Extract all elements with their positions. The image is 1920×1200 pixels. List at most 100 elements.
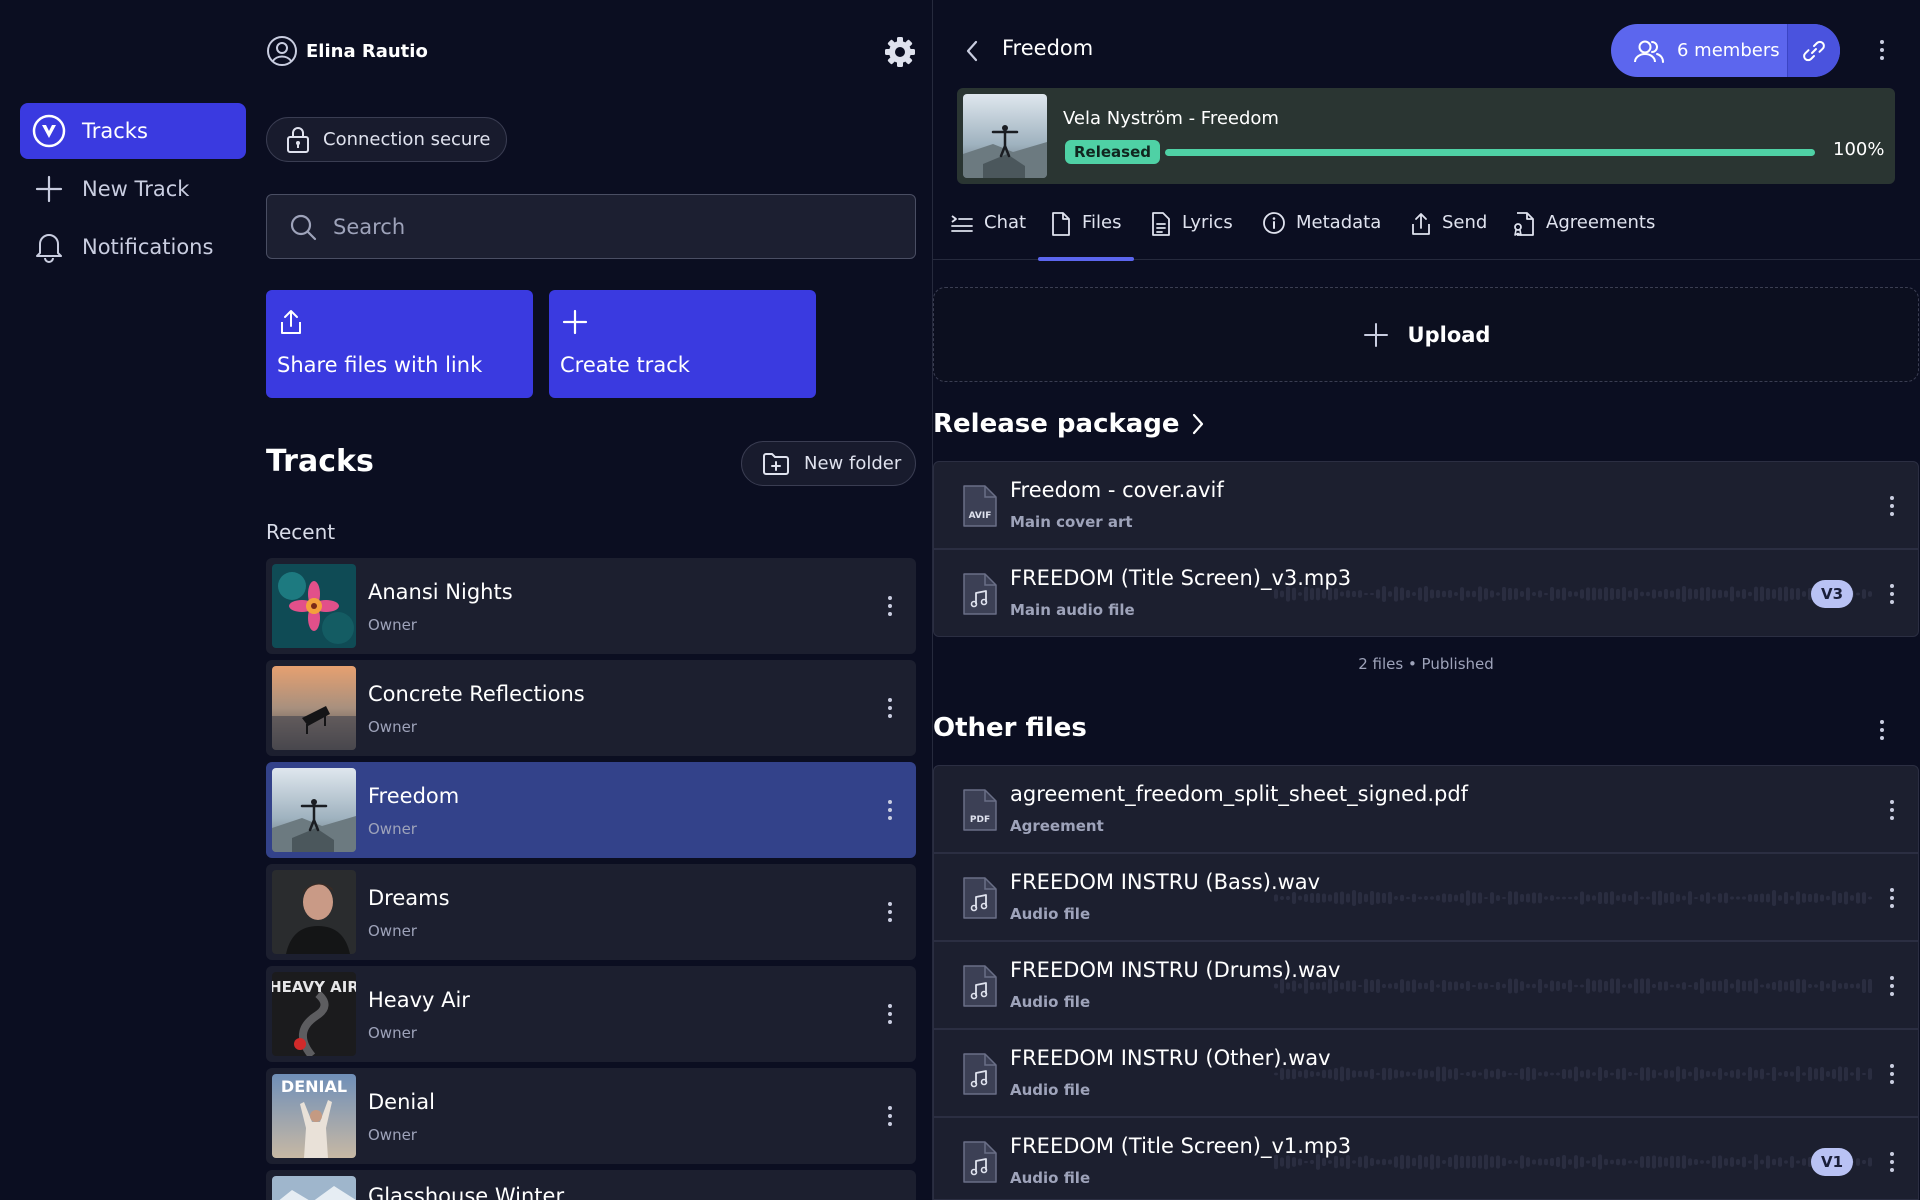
gear-icon[interactable]: [882, 34, 918, 70]
tab-lyrics[interactable]: Lyrics: [1150, 212, 1233, 260]
track-role: Owner: [368, 1024, 417, 1042]
share-files-button[interactable]: Share files with link: [266, 290, 533, 398]
more-options-icon[interactable]: [1870, 38, 1894, 62]
sidebar-item-new-track[interactable]: New Track: [20, 161, 246, 217]
file-subtitle: Audio file: [1010, 1081, 1091, 1099]
bell-icon: [32, 230, 66, 264]
status-badge: Released: [1065, 140, 1160, 164]
more-options-icon[interactable]: [1870, 718, 1894, 742]
more-options-icon[interactable]: [1880, 582, 1904, 606]
track-row-dreams[interactable]: Dreams Owner: [266, 864, 916, 960]
tab-metadata[interactable]: Metadata: [1262, 212, 1381, 260]
waveform: [1274, 978, 1872, 994]
back-chevron-icon[interactable]: [962, 38, 984, 64]
file-subtitle: Main cover art: [1010, 513, 1133, 531]
sidebar-item-notifications[interactable]: Notifications: [20, 219, 246, 275]
sidebar-item-tracks[interactable]: Tracks: [20, 103, 246, 159]
track-row-freedom[interactable]: Freedom Owner: [266, 762, 916, 858]
track-cover: HEAVY AIR: [272, 972, 356, 1056]
file-name: FREEDOM INSTRU (Bass).wav: [1010, 870, 1321, 894]
file-row-other[interactable]: FREEDOM INSTRU (Other).wav Audio file: [933, 1029, 1919, 1117]
more-options-icon[interactable]: [1880, 974, 1904, 998]
track-row-glasshouse-winter[interactable]: Glasshouse Winter: [266, 1170, 916, 1200]
file-row-bass[interactable]: FREEDOM INSTRU (Bass).wav Audio file: [933, 853, 1919, 941]
track-cover: [272, 870, 356, 954]
track-row-denial[interactable]: DENIAL Denial Owner: [266, 1068, 916, 1164]
user-name: Elina Rautio: [306, 40, 428, 62]
track-role: Owner: [368, 1126, 417, 1144]
file-type-label: PDF: [970, 815, 990, 825]
share-icon: [278, 308, 304, 336]
file-row-agreement[interactable]: PDF agreement_freedom_split_sheet_signed…: [933, 765, 1919, 853]
members-count[interactable]: 6 members: [1611, 24, 1787, 77]
more-options-icon[interactable]: [878, 696, 902, 720]
file-row-drums[interactable]: FREEDOM INSTRU (Drums).wav Audio file: [933, 941, 1919, 1029]
progress-percent: 100%: [1833, 139, 1885, 160]
track-role: Owner: [368, 820, 417, 838]
search-box[interactable]: [266, 194, 916, 259]
create-track-label: Create track: [560, 353, 690, 377]
members-label: 6 members: [1677, 40, 1780, 61]
more-options-icon[interactable]: [1880, 1150, 1904, 1174]
tab-label: Agreements: [1546, 212, 1656, 233]
upload-dropzone[interactable]: Upload: [933, 287, 1919, 382]
cover-text: HEAVY AIR: [272, 978, 356, 996]
link-icon[interactable]: [1787, 24, 1840, 77]
plus-icon: [561, 308, 589, 336]
more-options-icon[interactable]: [878, 1104, 902, 1128]
waveform: [1274, 586, 1872, 602]
track-title: Denial: [368, 1090, 435, 1114]
detail-tabs: Chat Files Lyrics Metadata Send Agreemen…: [932, 200, 1920, 261]
file-row-main-audio[interactable]: FREEDOM (Title Screen)_v3.mp3 Main audio…: [933, 549, 1919, 637]
audio-file-icon: [961, 964, 999, 1008]
more-options-icon[interactable]: [878, 594, 902, 618]
more-options-icon[interactable]: [1880, 886, 1904, 910]
connection-label: Connection secure: [323, 129, 491, 150]
track-row-heavy-air[interactable]: HEAVY AIR Heavy Air Owner: [266, 966, 916, 1062]
file-name: Freedom - cover.avif: [1010, 478, 1224, 502]
file-name: FREEDOM (Title Screen)_v1.mp3: [1010, 1134, 1352, 1158]
tab-label: Lyrics: [1182, 212, 1233, 233]
track-row-concrete-reflections[interactable]: Concrete Reflections Owner: [266, 660, 916, 756]
agreement-icon: [1512, 211, 1536, 237]
track-title: Concrete Reflections: [368, 682, 585, 706]
tab-agreements[interactable]: Agreements: [1512, 212, 1655, 260]
sidebar-item-label: New Track: [82, 177, 190, 201]
tab-files[interactable]: Files: [1038, 212, 1133, 261]
track-row-anansi-nights[interactable]: Anansi Nights Owner: [266, 558, 916, 654]
lock-icon: [285, 126, 311, 154]
tab-chat[interactable]: Chat: [950, 212, 1026, 260]
more-options-icon[interactable]: [878, 798, 902, 822]
tab-label: Files: [1082, 212, 1122, 233]
members-button[interactable]: 6 members: [1611, 24, 1840, 77]
more-options-icon[interactable]: [1880, 494, 1904, 518]
more-options-icon[interactable]: [878, 1002, 902, 1026]
tab-label: Chat: [984, 212, 1027, 233]
section-title: Other files: [933, 713, 1087, 743]
more-options-icon[interactable]: [1880, 1062, 1904, 1086]
progress-fill: [1165, 149, 1815, 156]
audio-file-icon: [961, 572, 999, 616]
create-track-button[interactable]: Create track: [549, 290, 816, 398]
sidebar-item-label: Notifications: [82, 235, 214, 259]
new-folder-button[interactable]: New folder: [741, 441, 916, 486]
more-options-icon[interactable]: [1880, 798, 1904, 822]
track-cover: [272, 564, 356, 648]
pdf-file-icon: PDF: [961, 788, 999, 832]
search-input[interactable]: [333, 214, 893, 239]
file-subtitle: Audio file: [1010, 1169, 1091, 1187]
tab-send[interactable]: Send: [1410, 212, 1487, 260]
track-cover: DENIAL: [272, 1074, 356, 1158]
waveform: [1274, 890, 1872, 906]
track-role: Owner: [368, 718, 417, 736]
release-package-footnote: 2 files • Published: [1358, 655, 1494, 673]
file-row-cover-art[interactable]: AVIF Freedom - cover.avif Main cover art: [933, 461, 1919, 549]
user-profile[interactable]: Elina Rautio: [266, 34, 428, 68]
release-package-heading[interactable]: Release package: [933, 409, 1206, 439]
track-role: Owner: [368, 616, 417, 634]
new-folder-label: New folder: [804, 453, 902, 474]
chat-list-icon: [950, 211, 974, 235]
more-options-icon[interactable]: [878, 900, 902, 924]
file-row-title-screen-v1[interactable]: FREEDOM (Title Screen)_v1.mp3 Audio file…: [933, 1117, 1919, 1200]
file-name: FREEDOM INSTRU (Other).wav: [1010, 1046, 1331, 1070]
